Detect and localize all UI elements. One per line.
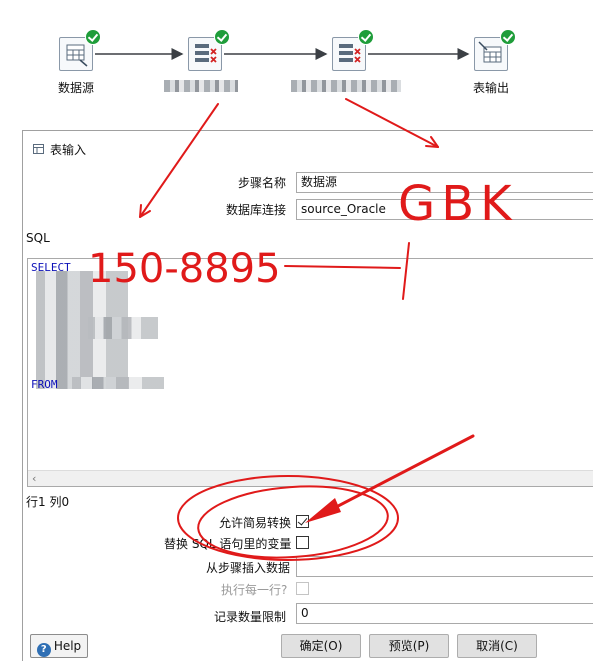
scroll-left-icon[interactable]: ‹ (32, 472, 36, 485)
connection-label: 数据库连接 (226, 203, 287, 217)
insert-from-step-select[interactable] (296, 556, 593, 577)
replace-variables-checkbox[interactable] (296, 536, 309, 549)
limit-label: 记录数量限制 (214, 610, 287, 624)
step-name-label: 步骤名称 (238, 176, 287, 190)
sql-label: SQL (26, 231, 50, 245)
step-label-4: 表输出 (473, 81, 510, 95)
success-check-icon (85, 29, 101, 45)
table-input-dialog: 表输入 步骤名称 数据源 数据库连接 source_Oracle SQL SEL… (22, 130, 593, 661)
step-table-input[interactable] (59, 29, 101, 71)
step-label-3-redacted (291, 80, 401, 92)
table-input-icon (33, 144, 44, 154)
sql-editor[interactable]: SELECT FROM ‹ (27, 258, 593, 487)
success-check-icon (214, 29, 230, 45)
connection-select[interactable]: source_Oracle (296, 199, 593, 220)
help-button-label: Help (53, 639, 82, 653)
cursor-position: 行1 列0 (26, 495, 70, 509)
allow-lazy-conversion-checkbox[interactable] (296, 515, 309, 528)
cancel-button[interactable]: 取消(C) (457, 634, 537, 658)
ok-button[interactable]: 确定(O) (281, 634, 361, 658)
horizontal-scrollbar[interactable]: ‹ (28, 470, 593, 486)
step-select-values-1[interactable] (188, 29, 230, 71)
execute-each-row-checkbox[interactable] (296, 582, 309, 595)
allow-lazy-conversion-label: 允许简易转换 (219, 516, 292, 530)
execute-each-row-label: 执行每一行? (221, 583, 288, 597)
sql-redacted-block (72, 377, 164, 389)
sql-from-keyword: FROM (31, 378, 58, 391)
limit-input[interactable]: 0 (296, 603, 593, 624)
step-label-1: 数据源 (58, 81, 95, 95)
step-name-input[interactable]: 数据源 (296, 172, 593, 193)
step-table-output[interactable] (474, 29, 516, 71)
help-icon: ? (36, 643, 51, 657)
replace-variables-label: 替换 SQL 语句里的变量 (164, 537, 292, 551)
step-label-2-redacted (164, 80, 238, 92)
sql-redacted-block (88, 317, 158, 339)
help-button[interactable]: ? Help (30, 634, 88, 658)
step-select-values-2[interactable] (332, 29, 374, 71)
success-check-icon (358, 29, 374, 45)
dialog-title: 表输入 (50, 143, 87, 157)
insert-from-step-label: 从步骤插入数据 (206, 561, 291, 575)
workflow-canvas: 数据源 表输出 (0, 0, 593, 120)
preview-button[interactable]: 预览(P) (369, 634, 449, 658)
success-check-icon (500, 29, 516, 45)
